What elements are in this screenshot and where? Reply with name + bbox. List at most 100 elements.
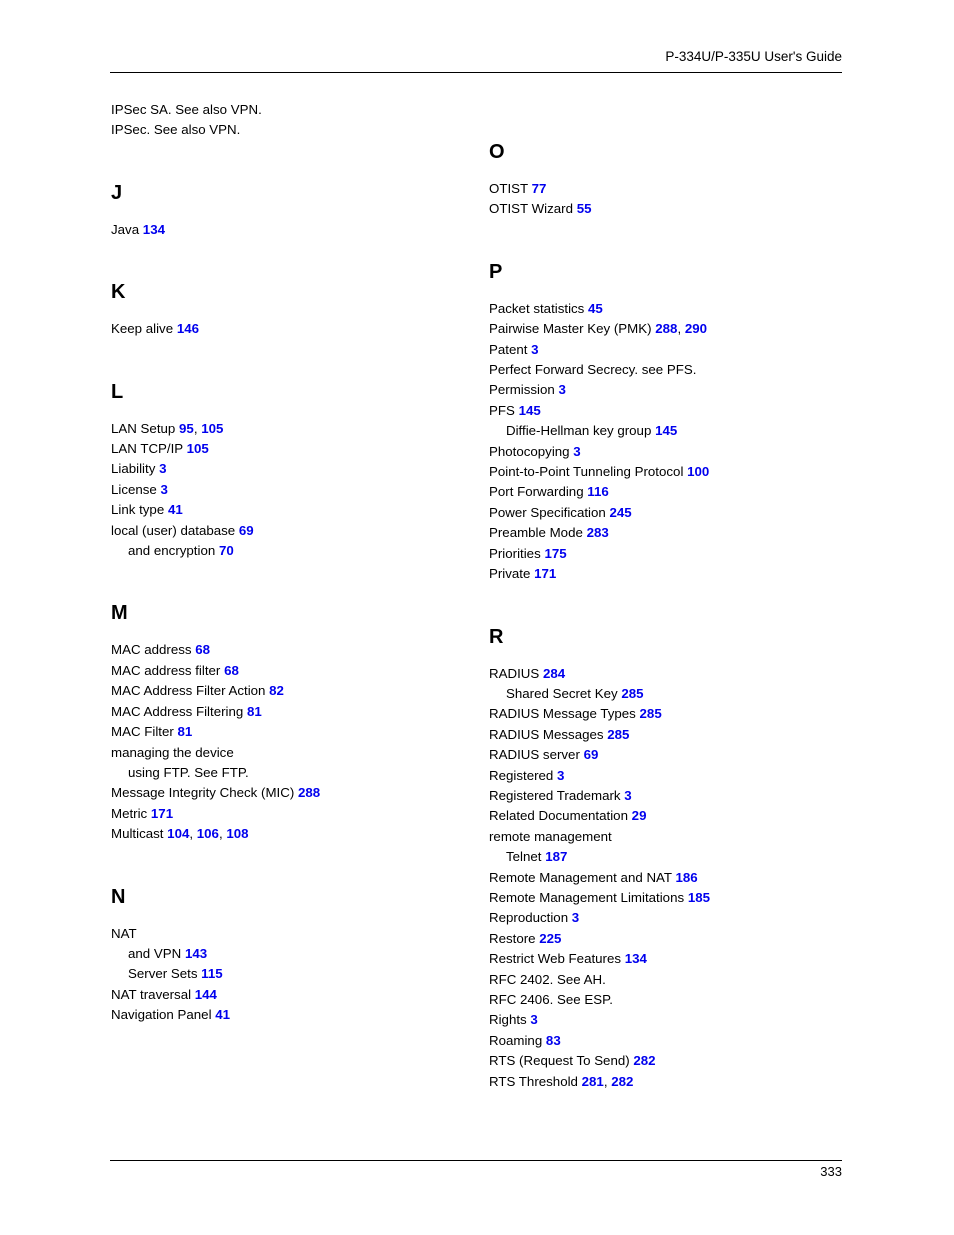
- page-reference-link[interactable]: 282: [611, 1074, 633, 1089]
- index-entry-list: Packet statistics 45 Pairwise Master Key …: [489, 299, 844, 585]
- page-reference-link[interactable]: 175: [544, 546, 566, 561]
- index-entry: Patent 3: [489, 340, 844, 360]
- page-reference-link[interactable]: 3: [531, 342, 538, 357]
- page-reference-link[interactable]: 69: [584, 747, 599, 762]
- page-reference-link[interactable]: 281: [582, 1074, 604, 1089]
- page-reference-link[interactable]: 106: [197, 826, 219, 841]
- index-entry: Point-to-Point Tunneling Protocol 100: [489, 462, 844, 482]
- page-reference-link[interactable]: 143: [185, 946, 207, 961]
- index-entry-label: Remote Management and NAT: [489, 869, 672, 885]
- page-reference-link[interactable]: 288: [655, 321, 677, 336]
- page-reference-link[interactable]: 285: [607, 727, 629, 742]
- index-entry: Port Forwarding 116: [489, 482, 844, 502]
- page-reference-link[interactable]: 3: [159, 461, 166, 476]
- page-reference-link[interactable]: 3: [624, 788, 631, 803]
- index-entry: MAC Filter 81: [111, 722, 466, 742]
- index-entry-label: Photocopying: [489, 443, 570, 459]
- page-reference-link[interactable]: 285: [621, 686, 643, 701]
- index-entry-label: RADIUS Messages: [489, 726, 604, 742]
- index-entry-label: Priorities: [489, 545, 541, 561]
- index-entry: RADIUS server 69: [489, 745, 844, 765]
- page-reference-link[interactable]: 283: [587, 525, 609, 540]
- page-reference-link[interactable]: 3: [572, 910, 579, 925]
- page-reference-link[interactable]: 3: [530, 1012, 537, 1027]
- page-reference-link[interactable]: 285: [640, 706, 662, 721]
- index-entry: Power Specification 245: [489, 503, 844, 523]
- page-reference-link[interactable]: 144: [195, 987, 217, 1002]
- page-reference-link[interactable]: 68: [195, 642, 210, 657]
- index-entry-label: Pairwise Master Key (PMK): [489, 321, 652, 337]
- page-reference-link[interactable]: 290: [685, 321, 707, 336]
- page-reference-link[interactable]: 134: [625, 951, 647, 966]
- page-reference-link[interactable]: 83: [546, 1033, 561, 1048]
- page-reference-link[interactable]: 105: [187, 441, 209, 456]
- page-reference-link[interactable]: 134: [143, 222, 165, 237]
- index-entry-label: RTS (Request To Send): [489, 1053, 630, 1069]
- page-reference-link[interactable]: 68: [224, 663, 239, 678]
- page-reference-link[interactable]: 3: [573, 444, 580, 459]
- page-reference-link[interactable]: 45: [588, 301, 603, 316]
- page-reference-link[interactable]: 82: [269, 683, 284, 698]
- page-reference-link[interactable]: 288: [298, 785, 320, 800]
- index-entry-label: Link type: [111, 502, 165, 518]
- index-entry: RFC 2402. See AH.: [489, 970, 844, 990]
- page-reference-link[interactable]: 145: [519, 403, 541, 418]
- index-entry: License 3: [111, 480, 466, 500]
- index-entry-label: OTIST Wizard: [489, 201, 573, 217]
- page-reference-link[interactable]: 108: [226, 826, 248, 841]
- page-reference-link[interactable]: 69: [239, 523, 254, 538]
- index-section-letter: R: [489, 625, 504, 648]
- page-reference-link[interactable]: 284: [543, 666, 565, 681]
- index-entry-list: Keep alive 146: [111, 319, 466, 339]
- page-reference-link[interactable]: 245: [609, 505, 631, 520]
- page-reference-link[interactable]: 3: [557, 768, 564, 783]
- page-reference-link[interactable]: 55: [577, 201, 592, 216]
- page-reference-link[interactable]: 3: [161, 482, 168, 497]
- page-reference-link[interactable]: 100: [687, 464, 709, 479]
- page-reference-link[interactable]: 104: [167, 826, 189, 841]
- page-reference-link[interactable]: 3: [558, 382, 565, 397]
- index-entry-label: RTS Threshold: [489, 1073, 578, 1089]
- footer-divider: [110, 1160, 842, 1161]
- index-entry: Message Integrity Check (MIC) 288: [111, 783, 466, 803]
- index-section-letter: M: [111, 602, 128, 625]
- page-reference-link[interactable]: 146: [177, 321, 199, 336]
- index-entry-label: Message Integrity Check (MIC): [111, 785, 295, 801]
- index-entry-label: Server Sets: [128, 966, 198, 982]
- index-entry-label: Navigation Panel: [111, 1007, 212, 1023]
- page-reference-link[interactable]: 282: [633, 1053, 655, 1068]
- index-entry-label: Restrict Web Features: [489, 951, 622, 967]
- page-reference-link[interactable]: 171: [534, 566, 556, 581]
- page-reference-link[interactable]: 185: [688, 890, 710, 905]
- index-entry: Remote Management Limitations 185: [489, 888, 844, 908]
- page-reference-link[interactable]: 186: [676, 870, 698, 885]
- page-reference-link[interactable]: 41: [168, 502, 183, 517]
- page-reference-link[interactable]: 171: [151, 806, 173, 821]
- page-reference-link[interactable]: 81: [178, 724, 193, 739]
- index-entry: LAN TCP/IP 105: [111, 439, 466, 459]
- page-reference-link[interactable]: 41: [215, 1007, 230, 1022]
- index-entry-label: Liability: [111, 461, 156, 477]
- page-reference-link[interactable]: 115: [201, 966, 222, 981]
- index-entry-label: Permission: [489, 382, 555, 398]
- page-reference-link[interactable]: 116: [587, 484, 608, 499]
- index-entry: MAC address 68: [111, 640, 466, 660]
- index-entry-label: Telnet: [506, 849, 542, 865]
- index-entry: Java 134: [111, 220, 466, 240]
- page-reference-link[interactable]: 187: [545, 849, 567, 864]
- page-reference-link[interactable]: 29: [632, 808, 647, 823]
- page-reference-link[interactable]: 145: [655, 423, 677, 438]
- page-reference-link[interactable]: 225: [539, 931, 561, 946]
- index-entry: Restrict Web Features 134: [489, 949, 844, 969]
- page-reference-link[interactable]: 95: [179, 421, 194, 436]
- index-entry-label: Patent: [489, 341, 528, 357]
- index-entry-label: Keep alive: [111, 321, 174, 337]
- page-reference-link[interactable]: 77: [532, 181, 547, 196]
- page-reference-link[interactable]: 105: [201, 421, 223, 436]
- page-reference-link[interactable]: 70: [219, 543, 234, 558]
- page-reference-link[interactable]: 81: [247, 704, 262, 719]
- index-entry-label: MAC address: [111, 642, 192, 658]
